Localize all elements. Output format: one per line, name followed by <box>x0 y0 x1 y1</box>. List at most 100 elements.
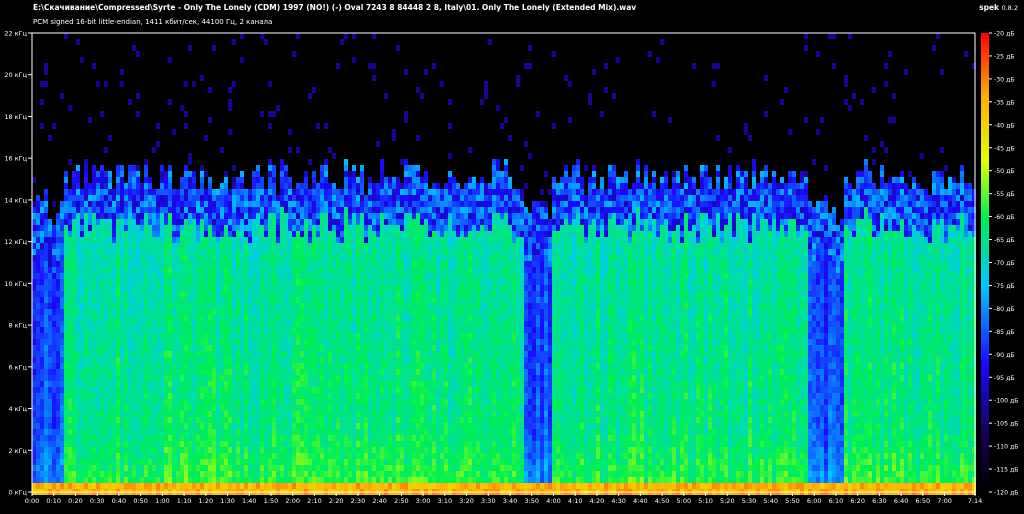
spectrogram-cell <box>400 417 404 423</box>
spectrogram-cell <box>148 183 152 189</box>
spectrogram-cell <box>160 435 164 441</box>
spectrogram-cell <box>132 219 136 225</box>
spectrogram-cell <box>248 195 252 201</box>
spectrogram-cell <box>172 315 176 321</box>
spectrogram-cell <box>88 225 92 231</box>
spectrogram-cell <box>192 393 196 399</box>
spectrogram-cell <box>120 297 124 303</box>
spectrogram-cell <box>184 189 188 195</box>
spectrogram-cell <box>108 219 112 225</box>
spectrogram-cell <box>400 363 404 369</box>
spectrogram-cell <box>320 267 324 273</box>
spectrogram-cell <box>148 423 152 429</box>
spectrogram-cell <box>108 375 112 381</box>
spectrogram-cell <box>188 309 192 315</box>
spectrogram-cell <box>152 237 156 243</box>
spectrogram-cell <box>256 261 260 267</box>
spectrogram-cell <box>328 237 332 243</box>
spectrogram-cell <box>116 303 120 309</box>
spectrogram-cell <box>128 471 132 477</box>
spectrogram-cell <box>356 405 360 411</box>
spectrogram-cell <box>164 279 168 285</box>
spectrogram-cell <box>368 195 372 201</box>
spectrogram-cell <box>332 465 336 471</box>
spectrogram-cell <box>176 297 180 303</box>
spectrogram-cell <box>280 381 284 387</box>
spectrogram-cell <box>72 231 76 237</box>
spectrogram-cell <box>68 435 72 441</box>
spectrogram-cell <box>80 369 84 375</box>
spectrogram-cell <box>200 171 204 177</box>
spectrogram-cell <box>40 231 44 237</box>
spectrogram-cell <box>296 33 300 39</box>
spectrogram-cell <box>236 201 240 207</box>
spectrogram-cell <box>320 195 324 201</box>
spectrogram-cell <box>156 483 160 489</box>
spectrogram-cell <box>252 411 256 417</box>
spectrogram-cell <box>296 363 300 369</box>
spectrogram-cell <box>332 447 336 453</box>
spectrogram-cell <box>316 399 320 405</box>
spectrogram-cell <box>180 237 184 243</box>
spectrogram-cell <box>228 465 232 471</box>
spectrogram-cell <box>252 321 256 327</box>
spectrogram-cell <box>116 459 120 465</box>
spectrogram-cell <box>188 279 192 285</box>
spectrogram-cell <box>376 183 380 189</box>
spectrogram-cell <box>256 393 260 399</box>
spectrogram-cell <box>288 429 292 435</box>
spectrogram-cell <box>276 387 280 393</box>
spectrogram-cell <box>296 207 300 213</box>
spectrogram-cell <box>148 267 152 273</box>
spectrogram-cell <box>76 375 80 381</box>
spectrogram-cell <box>268 387 272 393</box>
spectrogram-cell <box>360 411 364 417</box>
spectrogram-cell <box>88 195 92 201</box>
spectrogram-cell <box>152 429 156 435</box>
spectrogram-cell <box>396 189 400 195</box>
spectrogram-cell <box>256 477 260 483</box>
spectrogram-cell <box>36 279 40 285</box>
spectrogram-cell <box>280 375 284 381</box>
spectrogram-cell <box>296 321 300 327</box>
spectrogram-cell <box>68 261 72 267</box>
spectrogram-cell <box>268 213 272 219</box>
spectrogram-cell <box>224 195 228 201</box>
spectrogram-cell <box>140 363 144 369</box>
spectrogram-cell <box>128 417 132 423</box>
spectrogram-cell <box>172 261 176 267</box>
spectrogram-cell <box>384 321 388 327</box>
spectrogram-cell <box>68 249 72 255</box>
spectrogram-cell <box>240 177 244 183</box>
spectrogram-cell <box>344 357 348 363</box>
spectrogram-cell <box>320 315 324 321</box>
spectrogram-cell <box>292 237 296 243</box>
spectrogram-cell <box>344 171 348 177</box>
spectrogram-cell <box>180 309 184 315</box>
spectrogram-cell <box>44 219 48 225</box>
spectrogram-cell <box>80 213 84 219</box>
spectrogram-cell <box>164 399 168 405</box>
spectrogram-cell <box>188 291 192 297</box>
spectrogram-cell <box>292 387 296 393</box>
spectrogram-cell <box>160 429 164 435</box>
spectrogram-cell <box>208 441 212 447</box>
spectrogram-cell <box>284 279 288 285</box>
spectrogram-cell <box>256 345 260 351</box>
spectrogram-cell <box>192 81 196 87</box>
spectrogram-cell <box>148 351 152 357</box>
spectrogram-cell <box>388 363 392 369</box>
spectrogram-cell <box>168 423 172 429</box>
spectrogram-cell <box>240 399 244 405</box>
spectrogram-cell <box>240 435 244 441</box>
spectrogram-cell <box>64 237 68 243</box>
spectrogram-cell <box>208 459 212 465</box>
spectrogram-cell <box>368 231 372 237</box>
spectrogram-cell <box>156 273 160 279</box>
spectrogram-cell <box>228 87 232 93</box>
spectrogram-cell <box>372 279 376 285</box>
spectrogram-cell <box>128 405 132 411</box>
spectrogram-cell <box>124 297 128 303</box>
spectrogram-cell <box>192 279 196 285</box>
spectrogram-cell <box>148 177 152 183</box>
